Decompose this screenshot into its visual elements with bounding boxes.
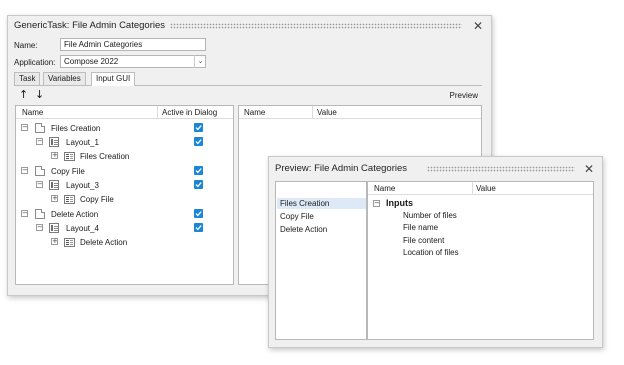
tree-label: Files Creation <box>80 152 130 161</box>
gui-icon <box>64 152 75 161</box>
tree-row-layout-1[interactable]: − Layout_1 <box>16 135 233 149</box>
category-list: Files Creation Copy File Delete Action <box>275 181 367 340</box>
tab-input-gui[interactable]: Input GUI <box>91 72 136 86</box>
page-icon <box>35 123 45 133</box>
property-header-name[interactable]: Name <box>244 108 265 117</box>
expand-icon[interactable]: + <box>51 238 58 245</box>
window-title: GenericTask: File Admin Categories <box>14 20 166 31</box>
inputs-group-label: Inputs <box>386 198 413 208</box>
active-checkbox[interactable] <box>194 209 203 218</box>
application-label: Application: <box>14 58 56 67</box>
active-checkbox[interactable] <box>194 123 203 132</box>
collapse-icon[interactable]: − <box>36 181 43 188</box>
tree-header-divider <box>157 106 158 118</box>
input-row-label: File content <box>403 236 445 245</box>
inputs-table: Name Value − Inputs Number of files File… <box>367 181 594 340</box>
table-header-value[interactable]: Value <box>476 184 496 193</box>
tree-row-gui-copy-file[interactable]: + Copy File <box>16 192 233 206</box>
tree-label: Layout_4 <box>66 224 99 233</box>
tree-label: Delete Action <box>80 238 128 247</box>
tree-label: Copy File <box>80 195 114 204</box>
tree-header-name[interactable]: Name <box>22 108 43 117</box>
page-icon <box>35 209 45 219</box>
tree-row-files-creation[interactable]: − Files Creation <box>16 121 233 135</box>
property-header-divider <box>312 106 313 118</box>
collapse-icon[interactable]: − <box>36 138 43 145</box>
table-header-name[interactable]: Name <box>374 184 395 193</box>
tree-header-active[interactable]: Active in Dialog <box>162 108 217 117</box>
tree-row-layout-3[interactable]: − Layout_3 <box>16 178 233 192</box>
move-up-button[interactable]: ↑ <box>19 88 28 101</box>
tree-header-line <box>16 118 233 119</box>
tree-label: Files Creation <box>51 124 101 133</box>
chevron-down-icon[interactable]: ⌄ <box>194 55 206 68</box>
active-checkbox[interactable] <box>194 180 203 189</box>
tree-row-copy-file[interactable]: − Copy File <box>16 164 233 178</box>
preview-button[interactable]: Preview <box>450 91 478 100</box>
drag-grip[interactable] <box>427 166 575 172</box>
title-bar[interactable]: GenericTask: File Admin Categories ✕ <box>8 16 491 36</box>
preview-title-bar[interactable]: Preview: File Admin Categories ✕ <box>269 157 602 177</box>
layout-icon <box>49 180 59 190</box>
category-item[interactable]: Delete Action <box>280 224 327 235</box>
tree-label: Layout_3 <box>66 181 99 190</box>
gui-icon <box>64 238 75 247</box>
preview-window: Preview: File Admin Categories ✕ Files C… <box>268 156 603 348</box>
tree-row-layout-4[interactable]: − Layout_4 <box>16 221 233 235</box>
tree-label: Copy File <box>51 167 85 176</box>
close-icon[interactable]: ✕ <box>473 20 483 32</box>
tree-row-gui-files-creation[interactable]: + Files Creation <box>16 149 233 163</box>
expand-icon[interactable]: + <box>51 152 58 159</box>
gui-tree-panel: Name Active in Dialog − Files Creation −… <box>15 105 234 285</box>
collapse-icon[interactable]: − <box>21 210 28 217</box>
application-select[interactable]: Compose 2022 <box>60 55 206 68</box>
tree-label: Delete Action <box>51 210 99 219</box>
property-header-value[interactable]: Value <box>317 108 337 117</box>
tree-row-delete-action[interactable]: − Delete Action <box>16 207 233 221</box>
active-checkbox[interactable] <box>194 166 203 175</box>
page-icon <box>35 166 45 176</box>
category-item[interactable]: Files Creation <box>277 198 366 209</box>
tab-content-border <box>14 85 482 86</box>
collapse-icon[interactable]: − <box>36 224 43 231</box>
tree-row-gui-delete-action[interactable]: + Delete Action <box>16 235 233 249</box>
active-checkbox[interactable] <box>194 223 203 232</box>
name-field[interactable]: File Admin Categories <box>60 38 206 51</box>
preview-window-title: Preview: File Admin Categories <box>275 163 407 174</box>
collapse-icon[interactable]: − <box>373 200 380 207</box>
tab-strip: Task Variables Input GUI <box>14 72 484 86</box>
table-header-divider <box>472 182 473 194</box>
property-header-line <box>239 118 481 119</box>
layout-icon <box>49 223 59 233</box>
input-row-label: File name <box>403 223 439 232</box>
table-header-line <box>368 194 593 195</box>
gui-icon <box>64 195 75 204</box>
input-row-label: Location of files <box>403 248 459 257</box>
tab-variables[interactable]: Variables <box>43 72 86 85</box>
move-down-button[interactable]: ↓ <box>35 88 44 101</box>
tab-task[interactable]: Task <box>14 72 41 85</box>
close-icon[interactable]: ✕ <box>584 163 594 175</box>
application-select-value: Compose 2022 <box>64 57 119 66</box>
name-label: Name: <box>14 41 38 50</box>
layout-icon <box>49 137 59 147</box>
drag-grip[interactable] <box>170 23 462 29</box>
category-item[interactable]: Copy File <box>280 211 314 222</box>
active-checkbox[interactable] <box>194 137 203 146</box>
input-row-label: Number of files <box>403 211 457 220</box>
collapse-icon[interactable]: − <box>21 167 28 174</box>
collapse-icon[interactable]: − <box>21 124 28 131</box>
expand-icon[interactable]: + <box>51 195 58 202</box>
tree-label: Layout_1 <box>66 138 99 147</box>
